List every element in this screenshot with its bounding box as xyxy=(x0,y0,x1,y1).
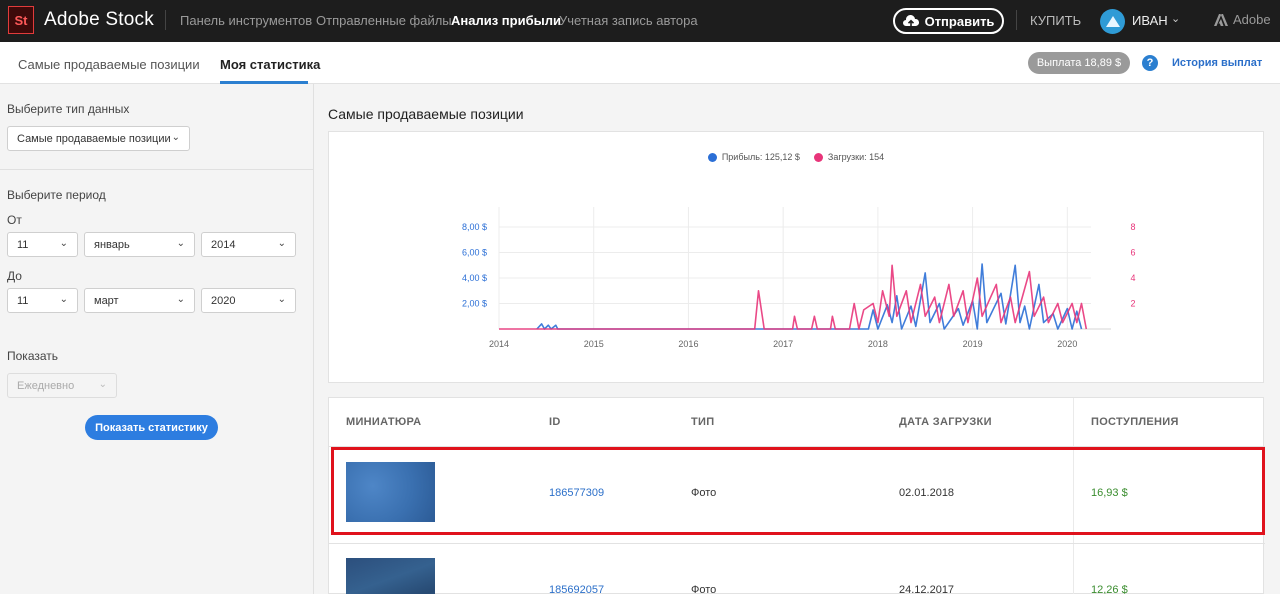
x-tick-label: 2019 xyxy=(963,339,983,349)
chevron-down-icon: ⌄ xyxy=(98,379,107,390)
y-left-tick-label: 2,00 $ xyxy=(462,299,487,309)
granularity-value: Ежедневно xyxy=(17,379,75,392)
nav-uploaded-files[interactable]: Отправленные файлы xyxy=(316,13,452,28)
x-tick-label: 2020 xyxy=(1057,339,1077,349)
column-header-thumbnail: МИНИАТЮРА xyxy=(346,416,422,428)
column-header-upload-date: ДАТА ЗАГРУЗКИ xyxy=(899,416,992,428)
cloud-upload-icon xyxy=(902,14,919,27)
data-type-select[interactable]: Самые продаваемые позиции ⌄ xyxy=(7,126,190,151)
to-year-value: 2020 xyxy=(211,294,236,307)
divider xyxy=(329,543,1265,544)
adobe-link[interactable]: Adobe xyxy=(1214,12,1271,27)
x-tick-label: 2018 xyxy=(868,339,888,349)
brand-name[interactable]: Adobe Stock xyxy=(44,9,154,31)
chevron-down-icon: ⌄ xyxy=(59,238,68,249)
from-year-value: 2014 xyxy=(211,238,236,251)
upload-date: 24.12.2017 xyxy=(899,584,955,594)
chevron-down-icon[interactable]: ⌄ xyxy=(1171,12,1180,25)
divider xyxy=(0,169,314,170)
y-left-tick-label: 8,00 $ xyxy=(462,222,487,232)
tab-top-sellers[interactable]: Самые продаваемые позиции xyxy=(18,57,200,72)
from-day-select[interactable]: 11 ⌄ xyxy=(7,232,78,257)
show-statistics-button[interactable]: Показать статистику xyxy=(85,415,218,440)
divider xyxy=(165,10,166,30)
payout-history-link[interactable]: История выплат xyxy=(1172,57,1262,69)
from-day-value: 11 xyxy=(17,238,29,251)
period-label: Выберите период xyxy=(7,188,106,202)
divider xyxy=(1016,10,1017,30)
income-value: 12,26 $ xyxy=(1091,584,1128,594)
filter-sidebar: Выберите тип данных Самые продаваемые по… xyxy=(0,84,314,594)
tab-my-statistics[interactable]: Моя статистика xyxy=(220,57,320,72)
to-day-select[interactable]: 11 ⌄ xyxy=(7,288,78,313)
from-month-value: январь xyxy=(94,238,130,251)
nav-contributor-account[interactable]: Учетная запись автора xyxy=(559,13,698,28)
show-label: Показать xyxy=(7,349,59,363)
y-left-tick-label: 4,00 $ xyxy=(462,273,487,283)
from-year-select[interactable]: 2014 ⌄ xyxy=(201,232,296,257)
y-right-tick-label: 4 xyxy=(1130,273,1135,283)
section-title: Самые продаваемые позиции xyxy=(328,106,524,122)
series-line-downloads xyxy=(499,264,1088,330)
to-month-value: март xyxy=(94,294,119,307)
to-day-value: 11 xyxy=(17,294,29,307)
from-label: От xyxy=(7,213,22,227)
to-label: До xyxy=(7,269,22,283)
upload-button-label: Отправить xyxy=(924,13,995,29)
x-tick-label: 2017 xyxy=(773,339,793,349)
to-month-select[interactable]: март ⌄ xyxy=(84,288,195,313)
avatar[interactable] xyxy=(1100,9,1125,34)
x-tick-label: 2016 xyxy=(678,339,698,349)
chevron-down-icon: ⌄ xyxy=(171,132,180,143)
asset-id-link[interactable]: 185692057 xyxy=(549,584,604,594)
y-left-tick-label: 6,00 $ xyxy=(462,248,487,258)
nav-earnings-analysis[interactable]: Анализ прибыли xyxy=(451,13,561,28)
adobe-stock-logo[interactable]: St xyxy=(8,6,34,34)
chevron-down-icon: ⌄ xyxy=(277,294,286,305)
granularity-select[interactable]: Ежедневно ⌄ xyxy=(7,373,117,398)
chevron-down-icon: ⌄ xyxy=(176,294,185,305)
help-icon[interactable]: ? xyxy=(1142,55,1158,71)
nav-dashboard[interactable]: Панель инструментов xyxy=(180,13,312,28)
top-navigation-bar: St Adobe Stock Панель инструментов Отпра… xyxy=(0,0,1280,42)
earnings-chart: 2,00 $ 4,00 $ 6,00 $ 8,00 $ 2 4 6 8 2014 2015 2016… xyxy=(462,207,1136,349)
to-year-select[interactable]: 2020 ⌄ xyxy=(201,288,296,313)
from-month-select[interactable]: январь ⌄ xyxy=(84,232,195,257)
thumbnail-image[interactable] xyxy=(346,558,435,594)
payout-badge[interactable]: Выплата 18,89 $ xyxy=(1028,52,1130,74)
asset-type: Фото xyxy=(691,584,717,594)
y-right-tick-label: 2 xyxy=(1130,299,1135,309)
y-right-tick-label: 6 xyxy=(1130,248,1135,258)
column-header-type: ТИП xyxy=(691,416,715,428)
x-tick-label: 2014 xyxy=(489,339,509,349)
x-tick-label: 2015 xyxy=(584,339,604,349)
earnings-chart-card: Прибыль: 125,12 $ Загрузки: 154 2,00 $4,… xyxy=(328,131,1264,383)
highlighted-row-frame xyxy=(331,447,1265,535)
column-header-income: ПОСТУПЛЕНИЯ xyxy=(1091,416,1179,428)
data-type-label: Выберите тип данных xyxy=(7,102,130,116)
adobe-logo-icon xyxy=(1214,13,1228,26)
adobe-label: Adobe xyxy=(1233,12,1271,27)
buy-link[interactable]: КУПИТЬ xyxy=(1030,13,1081,28)
data-type-value: Самые продаваемые позиции xyxy=(17,132,171,145)
chevron-down-icon: ⌄ xyxy=(277,238,286,249)
chevron-down-icon: ⌄ xyxy=(176,238,185,249)
user-name[interactable]: ИВАН xyxy=(1132,13,1168,28)
chevron-down-icon: ⌄ xyxy=(59,294,68,305)
y-right-tick-label: 8 xyxy=(1130,222,1135,232)
upload-button[interactable]: Отправить xyxy=(893,8,1004,34)
column-header-id: ID xyxy=(549,416,561,428)
